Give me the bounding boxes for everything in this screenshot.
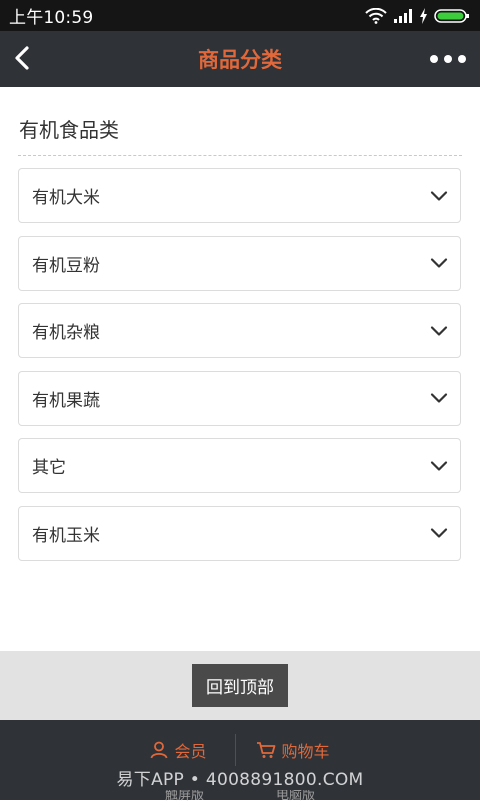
top-nav-bar: 商品分类 bbox=[0, 31, 480, 87]
category-item[interactable]: 有机杂粮 bbox=[18, 303, 461, 358]
touch-version-link[interactable]: 触屏版 bbox=[165, 790, 204, 802]
cart-label: 购物车 bbox=[281, 742, 330, 761]
category-list: 有机大米 有机豆粉 有机杂粮 有机果蔬 其它 有机玉米 bbox=[18, 168, 461, 573]
category-item[interactable]: 有机玉米 bbox=[18, 505, 461, 561]
cart-link[interactable]: 购物车 bbox=[256, 738, 330, 762]
more-dots-icon bbox=[430, 55, 438, 63]
back-to-top-button[interactable]: 回到顶部 bbox=[192, 664, 288, 707]
footer-links: 会员 购物车 bbox=[0, 732, 480, 768]
category-item[interactable]: 有机果蔬 bbox=[18, 370, 461, 426]
category-item[interactable]: 有机大米 bbox=[18, 168, 461, 223]
chevron-down-icon bbox=[430, 258, 448, 268]
category-item[interactable]: 有机豆粉 bbox=[18, 235, 461, 291]
watermark: 易下APP • 4008891800.COM bbox=[116, 770, 364, 790]
signal-icon bbox=[394, 8, 412, 23]
chevron-down-icon bbox=[430, 325, 448, 336]
category-label: 有机果蔬 bbox=[32, 390, 100, 411]
dashed-divider bbox=[18, 155, 462, 156]
section-title: 有机食品类 bbox=[19, 118, 119, 142]
page-title: 商品分类 bbox=[198, 48, 282, 72]
status-bar: 上午10:59 bbox=[0, 0, 480, 31]
category-label: 其它 bbox=[32, 458, 66, 478]
member-label: 会员 bbox=[174, 742, 207, 761]
chevron-down-icon bbox=[430, 528, 448, 538]
category-item[interactable]: 其它 bbox=[18, 438, 461, 493]
more-button[interactable] bbox=[430, 51, 466, 67]
version-links: 触屏版 电脑版 bbox=[0, 790, 480, 802]
shopping-cart-icon bbox=[256, 742, 275, 758]
category-label: 有机玉米 bbox=[32, 525, 100, 546]
chevron-down-icon bbox=[430, 460, 448, 471]
status-icons bbox=[365, 7, 470, 24]
charging-icon bbox=[420, 7, 427, 24]
battery-icon bbox=[434, 8, 469, 23]
member-link[interactable]: 会员 bbox=[150, 738, 207, 762]
category-label: 有机豆粉 bbox=[32, 255, 100, 276]
more-dot bbox=[444, 55, 452, 63]
status-time: 上午10:59 bbox=[9, 8, 94, 28]
footer-separator bbox=[234, 734, 236, 766]
more-dot bbox=[458, 55, 466, 63]
user-icon bbox=[151, 741, 168, 759]
category-label: 有机杂粮 bbox=[32, 323, 100, 343]
chevron-down-icon bbox=[430, 190, 448, 201]
back-to-top-band: 回到顶部 bbox=[0, 651, 480, 720]
chevron-down-icon bbox=[430, 393, 448, 403]
wifi-icon bbox=[365, 7, 387, 24]
pc-version-link[interactable]: 电脑版 bbox=[276, 790, 315, 802]
category-label: 有机大米 bbox=[32, 188, 100, 208]
